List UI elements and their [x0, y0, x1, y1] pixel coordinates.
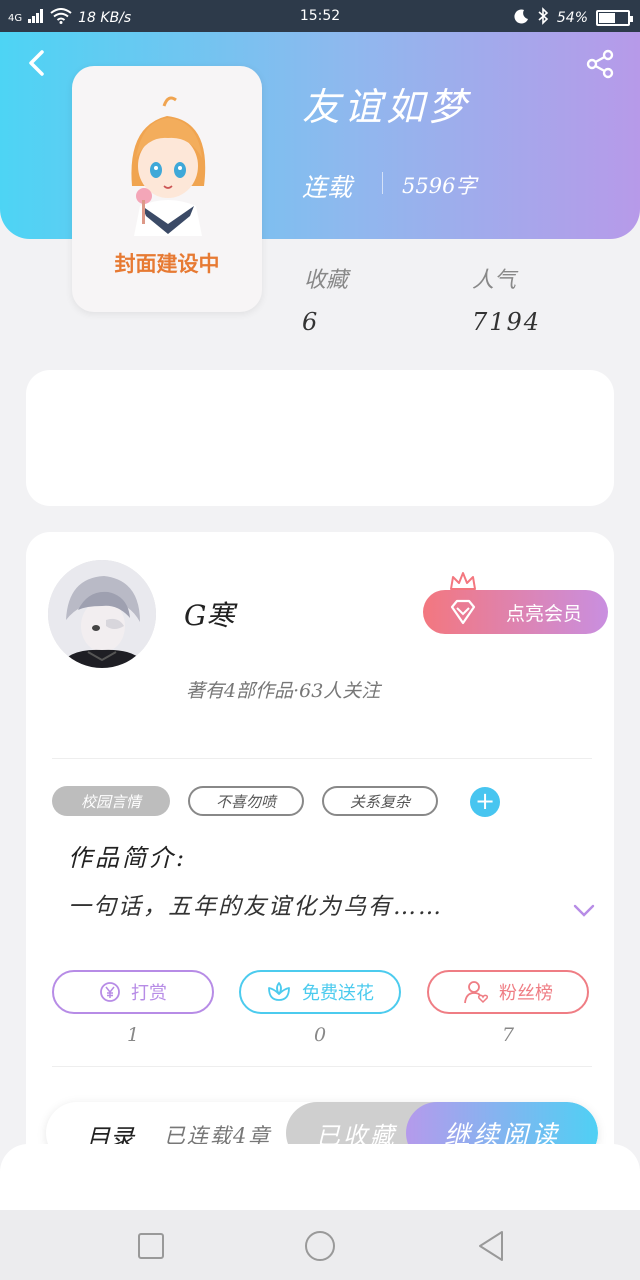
bottom-panel [0, 1144, 640, 1210]
divider [52, 758, 592, 759]
bluetooth-icon [537, 7, 549, 29]
vip-label: 点亮会员 [505, 602, 582, 625]
book-title: 友谊如梦 [302, 85, 471, 129]
chevron-left-icon [29, 50, 44, 76]
avatar-illustration [48, 560, 156, 668]
intro-text: 一句话，五年的友谊化为乌有…… [68, 894, 443, 920]
share-icon [586, 49, 614, 79]
status-right: 54% [513, 7, 633, 29]
popularity-label: 人气 [472, 268, 517, 293]
fan-ranking-label: 粉丝榜 [499, 983, 553, 1004]
add-tag-button[interactable]: + [470, 787, 500, 817]
status-bar: 4G 18 KB/s 15:52 54% [0, 0, 640, 32]
back-nav-icon[interactable] [472, 1226, 512, 1266]
flower-icon [268, 982, 290, 1001]
empty-card [26, 370, 614, 506]
fan-count: 7 [501, 1024, 515, 1046]
yuan-coin-icon [100, 982, 120, 1002]
crown-icon [450, 572, 476, 590]
battery-fill [599, 13, 616, 23]
author-avatar[interactable] [48, 560, 156, 668]
send-flower-button[interactable]: 免费送花 [239, 970, 401, 1014]
home-icon[interactable] [300, 1226, 340, 1266]
anime-girl-illustration [131, 96, 206, 236]
word-count: 5596字 [402, 174, 477, 198]
favorites-count: 6 [302, 308, 320, 336]
battery-icon [596, 10, 633, 26]
author-meta: 著有4部作品·63人关注 [186, 680, 381, 702]
cover-placeholder-text: 封面建设中 [114, 253, 220, 276]
author-name[interactable]: G寒 [184, 594, 234, 634]
book-cover[interactable]: 封面建设中 [72, 66, 262, 312]
divider [52, 1066, 592, 1067]
moon-icon [513, 8, 529, 28]
share-button[interactable] [584, 48, 616, 80]
tag-chip[interactable]: 关系复杂 [322, 786, 438, 816]
tag-chip[interactable]: 校园言情 [52, 786, 170, 816]
diamond-icon [450, 599, 476, 625]
status-separator [382, 172, 383, 194]
favorites-label: 收藏 [304, 268, 349, 293]
fan-ranking-button[interactable]: 粉丝榜 [427, 970, 589, 1014]
flower-count: 0 [313, 1024, 327, 1046]
reward-count: 1 [126, 1024, 140, 1046]
recent-apps-icon[interactable] [131, 1226, 171, 1266]
reward-button[interactable]: 打赏 [52, 970, 214, 1014]
tag-chip[interactable]: 不喜勿喷 [188, 786, 304, 816]
plus-icon: + [474, 787, 496, 815]
chevron-down-icon[interactable] [572, 900, 596, 920]
serial-status: 连载 [302, 173, 353, 202]
intro-label: 作品简介: [68, 844, 188, 872]
fan-user-icon [464, 981, 489, 1004]
system-nav-bar [0, 1210, 640, 1280]
reward-label: 打赏 [131, 983, 167, 1004]
battery-percent: 54% [556, 10, 588, 26]
send-flower-label: 免费送花 [302, 983, 374, 1004]
popularity-count: 7194 [472, 308, 542, 336]
back-button[interactable] [22, 48, 52, 78]
